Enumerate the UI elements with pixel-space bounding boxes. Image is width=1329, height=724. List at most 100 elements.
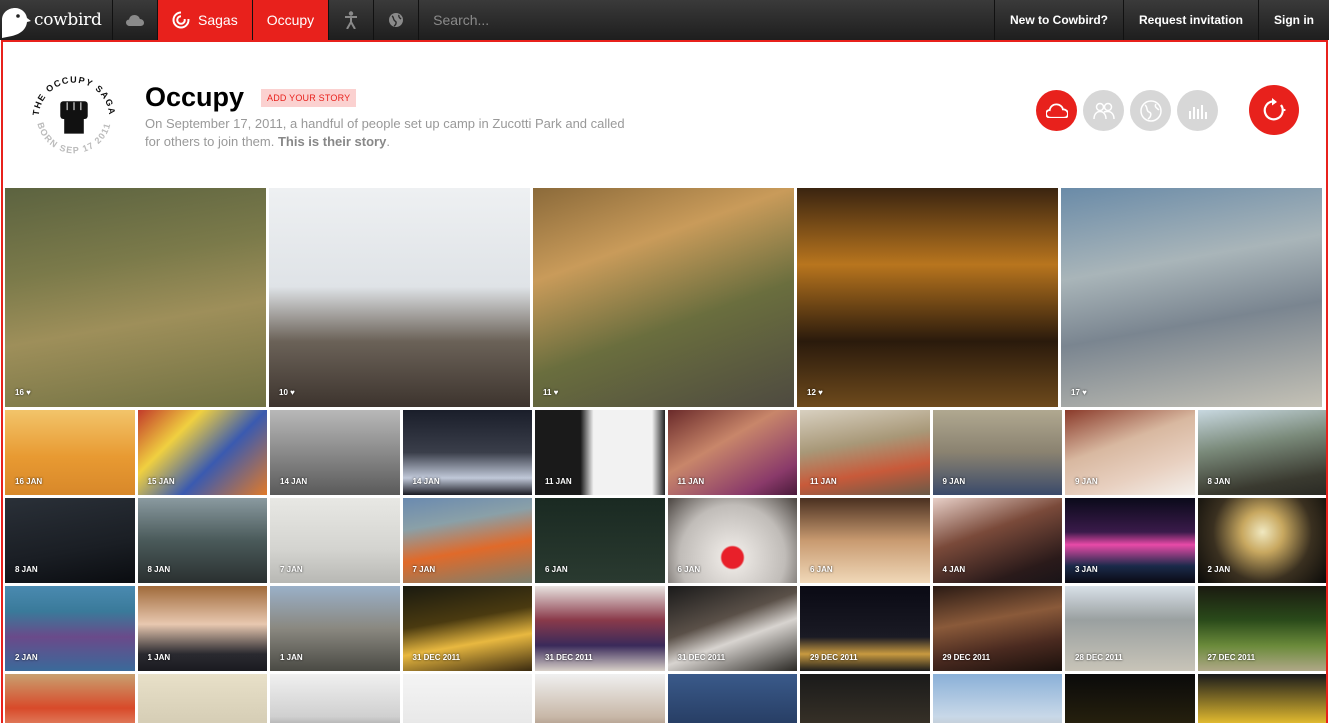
top-navigation-bar: cowbird Sagas Occupy New to Cowbird? Req… <box>0 0 1329 40</box>
story-tile[interactable] <box>932 674 1062 723</box>
story-tile[interactable]: 28 DEC 2011 <box>1065 586 1195 671</box>
story-tile[interactable]: 6 JAN <box>667 498 797 583</box>
brand-name: cowbird <box>34 10 102 30</box>
story-tile[interactable]: 11 JAN <box>535 410 665 495</box>
story-tile[interactable]: 31 DEC 2011 <box>535 586 665 671</box>
saga-frame: THE OCCUPY SAGA BORN SEP 17 2011 Occupy … <box>1 40 1328 723</box>
story-tile[interactable]: 14 JAN <box>402 410 532 495</box>
story-tile[interactable]: 29 DEC 2011 <box>932 586 1062 671</box>
nav-globe-button[interactable] <box>374 0 420 40</box>
story-date-label: 31 DEC 2011 <box>412 653 461 662</box>
story-tile[interactable]: 2 JAN <box>5 586 135 671</box>
cowbird-logo[interactable]: cowbird <box>0 0 113 40</box>
story-tile[interactable] <box>137 674 267 723</box>
sign-in-link[interactable]: Sign in <box>1258 0 1329 40</box>
story-tile[interactable]: 29 DEC 2011 <box>800 586 930 671</box>
story-date-label: 8 JAN <box>147 565 171 574</box>
story-date-label: 15 JAN <box>147 477 175 486</box>
story-like-count: 17 ♥ <box>1071 388 1087 397</box>
story-like-count: 12 ♥ <box>807 388 823 397</box>
story-tile[interactable] <box>5 674 135 723</box>
bar-chart-icon <box>1188 104 1207 119</box>
story-date-label: 6 JAN <box>545 565 568 574</box>
story-tile[interactable]: 16 JAN <box>5 410 135 495</box>
raised-fist-icon <box>60 101 88 134</box>
tab-sagas-label: Sagas <box>198 12 238 28</box>
description-emphasis: This is their story <box>277 134 387 149</box>
featured-story-tile[interactable]: 16 ♥ <box>5 188 266 407</box>
request-invitation-link[interactable]: Request invitation <box>1122 0 1258 40</box>
story-tile[interactable]: 27 DEC 2011 <box>1197 586 1326 671</box>
story-tile[interactable]: 1 JAN <box>270 586 400 671</box>
story-tile[interactable]: 7 JAN <box>402 498 532 583</box>
story-tile[interactable] <box>535 674 665 723</box>
people-icon <box>1092 102 1115 119</box>
story-date-label: 29 DEC 2011 <box>942 653 991 662</box>
story-date-label: 1 JAN <box>147 653 171 662</box>
occupy-saga-badge: THE OCCUPY SAGA BORN SEP 17 2011 <box>31 75 116 156</box>
story-tile[interactable]: 8 JAN <box>137 498 267 583</box>
story-tile[interactable] <box>1197 674 1326 723</box>
story-tile[interactable]: 31 DEC 2011 <box>402 586 532 671</box>
featured-story-tile[interactable]: 12 ♥ <box>797 188 1058 407</box>
story-tile[interactable] <box>667 674 797 723</box>
story-date-label: 14 JAN <box>412 477 440 486</box>
story-date-label: 7 JAN <box>412 565 436 574</box>
featured-story-tile[interactable]: 10 ♥ <box>269 188 530 407</box>
featured-story-tile[interactable]: 11 ♥ <box>533 188 794 407</box>
nav-people-button[interactable] <box>329 0 375 40</box>
story-tile[interactable]: 9 JAN <box>932 410 1062 495</box>
story-row <box>5 674 1326 723</box>
story-date-label: 2 JAN <box>15 653 38 662</box>
tab-occupy-label: Occupy <box>266 12 315 28</box>
featured-story-tile[interactable]: 17 ♥ <box>1061 188 1322 407</box>
tab-occupy[interactable]: Occupy <box>252 0 330 40</box>
story-date-label: 6 JAN <box>677 565 701 574</box>
story-like-count: 16 ♥ <box>15 388 31 397</box>
story-tile[interactable]: 3 JAN <box>1065 498 1195 583</box>
replay-icon <box>1263 98 1286 121</box>
story-tile[interactable]: 9 JAN <box>1065 410 1195 495</box>
story-tile[interactable]: 31 DEC 2011 <box>667 586 797 671</box>
saga-spiral-icon <box>172 11 190 29</box>
story-tile[interactable]: 2 JAN <box>1197 498 1326 583</box>
add-your-story-button[interactable]: ADD YOUR STORY <box>261 89 357 107</box>
story-tile[interactable]: 14 JAN <box>270 410 400 495</box>
new-to-cowbird-link[interactable]: New to Cowbird? <box>993 0 1123 40</box>
cloud-icon <box>1045 103 1068 118</box>
story-date-label: 16 JAN <box>15 477 43 486</box>
story-date-label: 8 JAN <box>1207 477 1231 486</box>
story-date-label: 31 DEC 2011 <box>677 653 726 662</box>
people-view-button[interactable] <box>1083 90 1124 131</box>
story-date-label: 4 JAN <box>942 565 966 574</box>
story-tile[interactable] <box>1065 674 1195 723</box>
story-tile[interactable]: 11 JAN <box>667 410 797 495</box>
story-tile[interactable]: 6 JAN <box>535 498 665 583</box>
story-tile[interactable]: 15 JAN <box>137 410 267 495</box>
stats-view-button[interactable] <box>1177 90 1218 131</box>
story-tile[interactable]: 8 JAN <box>1197 410 1326 495</box>
globe-icon <box>389 13 404 27</box>
search-input[interactable] <box>433 12 734 28</box>
story-grid: 16 ♥ 10 ♥ 11 ♥ 12 ♥ 17 ♥ 16 JAN 15 JAN 14 JAN 1… <box>5 188 1326 723</box>
story-row: 2 JAN 1 JAN 1 JAN 31 DEC 2011 31 DEC 2011 31 … <box>5 586 1326 671</box>
person-icon <box>345 11 358 29</box>
story-tile[interactable] <box>402 674 532 723</box>
tab-sagas[interactable]: Sagas <box>158 0 253 40</box>
nav-cloud-button[interactable] <box>113 0 158 40</box>
story-tile[interactable]: 4 JAN <box>932 498 1062 583</box>
story-tile[interactable]: 11 JAN <box>800 410 930 495</box>
story-date-label: 27 DEC 2011 <box>1207 653 1256 662</box>
cloud-view-button[interactable] <box>1036 90 1077 131</box>
story-date-label: 3 JAN <box>1075 565 1098 574</box>
replay-button[interactable] <box>1249 85 1299 135</box>
map-view-button[interactable] <box>1130 90 1171 131</box>
story-date-label: 11 JAN <box>545 477 572 486</box>
story-tile[interactable]: 6 JAN <box>800 498 930 583</box>
story-tile[interactable]: 8 JAN <box>5 498 135 583</box>
story-tile[interactable] <box>270 674 400 723</box>
cloud-icon <box>126 15 144 26</box>
story-tile[interactable]: 1 JAN <box>137 586 267 671</box>
story-tile[interactable] <box>800 674 930 723</box>
story-tile[interactable]: 7 JAN <box>270 498 400 583</box>
